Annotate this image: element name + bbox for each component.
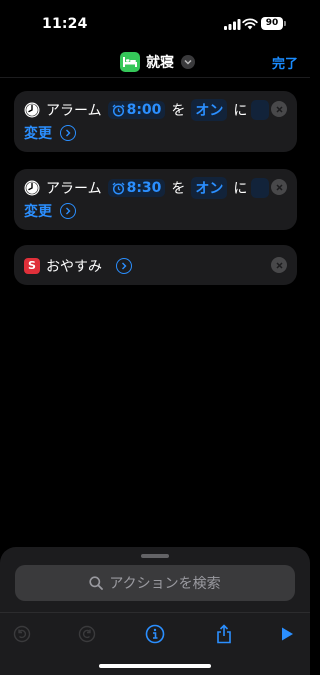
shortcut-title: 就寝 xyxy=(146,55,174,71)
wifi-icon xyxy=(242,18,258,30)
chevron-right-icon[interactable] xyxy=(60,203,76,219)
close-icon[interactable] xyxy=(271,101,287,117)
chevron-down-icon[interactable] xyxy=(181,55,195,69)
alarm-time: 8:30 xyxy=(126,180,162,196)
clock-icon xyxy=(24,180,40,196)
action-sheet: アクションを検索 xyxy=(0,547,310,675)
run-shortcut-action-card[interactable]: S おやすみ xyxy=(14,245,297,285)
shortcut-title-menu[interactable]: 就寝 xyxy=(120,50,195,74)
search-input[interactable]: アクションを検索 xyxy=(15,565,295,601)
action-label: おやすみ xyxy=(46,259,102,275)
clock-icon xyxy=(24,102,40,118)
alarm-time-token[interactable]: 8:00 xyxy=(107,101,166,119)
status-time: 11:24 xyxy=(42,16,88,32)
alarm-state-token[interactable]: オン xyxy=(191,99,228,121)
alarm-state-token[interactable]: オン xyxy=(191,177,228,199)
done-button[interactable]: 完了 xyxy=(272,53,298,72)
cellular-signal-icon xyxy=(224,19,241,30)
battery-indicator: 90 xyxy=(261,17,286,30)
chevron-right-icon[interactable] xyxy=(116,258,132,274)
alarm-time: 8:00 xyxy=(126,102,162,118)
shortcut-app-icon: S xyxy=(24,258,40,274)
empty-parameter-token[interactable] xyxy=(251,178,270,198)
close-icon[interactable] xyxy=(271,179,287,195)
nav-bar: 就寝 完了 xyxy=(0,46,310,76)
change-label[interactable]: 変更 xyxy=(24,123,52,143)
particle-wo: を xyxy=(171,181,186,197)
alarm-action-card[interactable]: アラーム 8:00 を オン に 変更 xyxy=(14,91,297,152)
change-label[interactable]: 変更 xyxy=(24,201,52,221)
chevron-right-icon[interactable] xyxy=(60,125,76,141)
alarm-icon xyxy=(112,104,125,117)
home-indicator xyxy=(99,664,211,668)
info-icon[interactable] xyxy=(144,623,166,645)
sheet-grabber[interactable] xyxy=(141,554,169,558)
action-label: アラーム xyxy=(46,181,102,197)
share-icon[interactable] xyxy=(213,623,235,645)
search-icon xyxy=(89,576,104,590)
alarm-action-card[interactable]: アラーム 8:30 を オン に 変更 xyxy=(14,169,297,230)
close-icon[interactable] xyxy=(271,257,287,273)
search-placeholder: アクションを検索 xyxy=(109,576,221,592)
undo-icon[interactable] xyxy=(11,623,33,645)
empty-parameter-token[interactable] xyxy=(251,100,270,120)
redo-icon[interactable] xyxy=(76,623,98,645)
action-label: アラーム xyxy=(46,103,102,119)
bed-icon xyxy=(120,52,140,72)
particle-ni: に xyxy=(233,103,248,119)
status-bar: 11:24 90 xyxy=(0,0,310,50)
editor-toolbar xyxy=(0,612,310,653)
nav-divider xyxy=(0,77,310,78)
shortcut-app-letter: S xyxy=(28,259,36,272)
play-icon[interactable] xyxy=(276,623,298,645)
particle-wo: を xyxy=(171,103,186,119)
alarm-icon xyxy=(112,182,125,195)
particle-ni: に xyxy=(233,181,248,197)
alarm-time-token[interactable]: 8:30 xyxy=(107,179,166,197)
